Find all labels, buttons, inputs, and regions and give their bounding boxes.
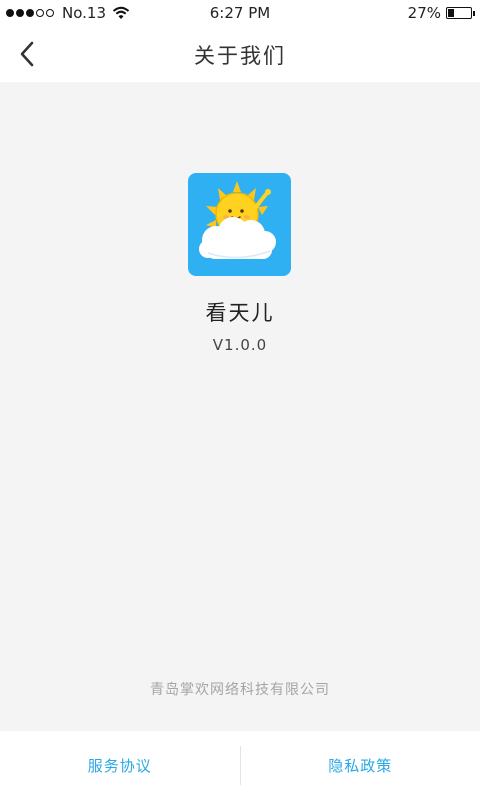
status-bar: No.13 6:27 PM 27% — [0, 0, 480, 26]
privacy-policy-link[interactable]: 隐私政策 — [241, 731, 480, 800]
status-right: 27% — [407, 4, 475, 22]
battery-icon — [446, 7, 475, 19]
battery-percentage: 27% — [407, 4, 441, 22]
app-logo — [188, 173, 291, 276]
app-name: 看天儿 — [205, 301, 275, 325]
sun-cloud-logo-icon — [199, 181, 276, 259]
footer-bar: 服务协议 隐私政策 — [0, 731, 480, 800]
nav-bar: 关于我们 — [0, 26, 480, 82]
page-title: 关于我们 — [194, 44, 286, 68]
service-agreement-link[interactable]: 服务协议 — [0, 731, 240, 800]
app-version: V1.0.0 — [212, 336, 268, 354]
battery-fill — [448, 9, 454, 17]
company-name: 青岛掌欢网络科技有限公司 — [150, 682, 330, 698]
